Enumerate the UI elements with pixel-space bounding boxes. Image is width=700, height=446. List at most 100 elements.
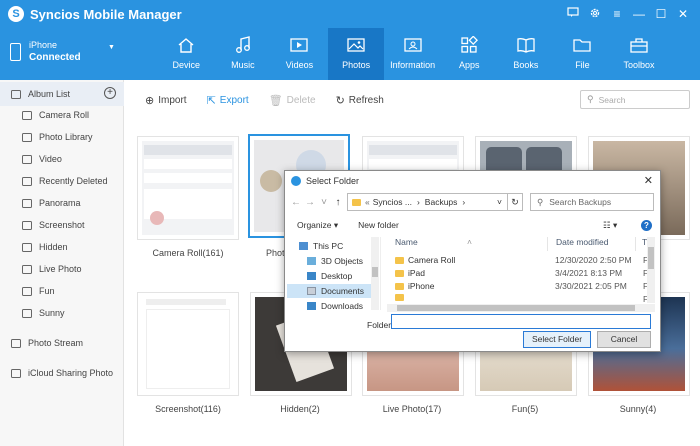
breadcrumb-backups[interactable]: Backups <box>425 197 458 207</box>
tab-information[interactable]: Information <box>384 28 441 80</box>
search-input[interactable]: ⚲ Search <box>580 90 690 109</box>
import-button[interactable]: ⊕ Import <box>145 94 187 107</box>
sidebar-item-recently-deleted[interactable]: Recently Deleted <box>0 170 124 192</box>
tab-toolbox[interactable]: Toolbox <box>611 28 668 80</box>
tree-item-documents[interactable]: Documents <box>287 284 371 298</box>
device-name: iPhone <box>29 40 58 50</box>
tree-item-desktop[interactable]: Desktop <box>307 269 352 283</box>
forward-arrow-icon[interactable]: → <box>303 197 317 208</box>
tab-books[interactable]: Books <box>498 28 555 80</box>
sidebar-item-video[interactable]: Video <box>0 148 124 170</box>
tab-videos[interactable]: Videos <box>271 28 328 80</box>
album-thumbnail[interactable] <box>137 136 239 240</box>
search-icon: ⚲ <box>587 94 594 104</box>
search-icon: ⚲ <box>537 196 544 207</box>
close-icon[interactable]: ✕ <box>672 7 694 21</box>
sidebar-item-hidden[interactable]: Hidden <box>0 236 124 258</box>
feedback-icon[interactable] <box>562 7 584 21</box>
back-arrow-icon[interactable]: ← <box>289 197 303 208</box>
refresh-button[interactable]: ↻ Refresh <box>336 94 384 107</box>
device-status: Connected <box>29 52 81 63</box>
sidebar-photo-stream[interactable]: Photo Stream <box>0 332 124 354</box>
apps-icon <box>459 36 479 54</box>
device-selector[interactable]: iPhone Connected <box>10 40 81 63</box>
maximize-icon[interactable]: ☐ <box>650 7 672 21</box>
album-thumbnail[interactable] <box>137 292 239 396</box>
export-button[interactable]: ⇱ Export <box>207 94 249 107</box>
folder-tree: This PC 3D Objects Desktop Documents Dow… <box>285 237 381 310</box>
folder-icon <box>395 282 404 290</box>
dialog-title-bar: Select Folder ✕ <box>285 171 660 191</box>
download-icon <box>307 302 316 310</box>
chevron-down-icon[interactable]: ▼ <box>108 44 115 51</box>
sort-chevron-icon: ˄ <box>467 237 472 247</box>
video-icon <box>289 36 309 54</box>
add-album-icon[interactable]: + <box>104 87 116 99</box>
new-folder-button[interactable]: New folder <box>358 220 399 230</box>
organize-button[interactable]: Organize ▾ <box>297 220 338 231</box>
recent-chevron-icon[interactable]: ˅ <box>317 197 331 208</box>
folder-icon <box>395 256 404 264</box>
tree-item-downloads[interactable]: Downloads <box>307 299 363 310</box>
sidebar-item-fun[interactable]: Fun <box>0 280 124 302</box>
sidebar-album-list[interactable]: Album List + <box>0 82 124 106</box>
horizontal-scrollbar[interactable] <box>387 304 655 312</box>
refresh-icon[interactable]: ↻ <box>507 193 523 211</box>
dialog-title: Select Folder <box>306 176 360 186</box>
view-options-icon[interactable]: ☷ ▾ <box>603 220 617 231</box>
address-bar[interactable]: « Syncios ... › Backups › ˅ <box>347 193 523 211</box>
file-row[interactable]: iPhone3/30/2021 2:05 PMFi <box>387 281 650 294</box>
desktop-icon <box>307 272 316 280</box>
cancel-button[interactable]: Cancel <box>597 331 651 348</box>
sidebar-item-sunny[interactable]: Sunny <box>0 302 124 324</box>
sidebar: Album List + Camera Roll Photo Library V… <box>0 80 124 446</box>
dialog-toolbar: Organize ▾ New folder ☷ ▾ ? <box>285 217 660 233</box>
dialog-search-input[interactable]: ⚲ Search Backups <box>530 193 654 211</box>
minimize-icon[interactable]: — <box>628 7 650 21</box>
file-list: Name ˄ Date modified Ty Camera Roll12/30… <box>387 237 655 310</box>
tree-scrollbar[interactable] <box>371 237 379 310</box>
album-caption: Camera Roll(161) <box>152 248 224 258</box>
tab-device[interactable]: Device <box>158 28 215 80</box>
column-name[interactable]: Name <box>395 237 418 251</box>
file-list-scrollbar[interactable] <box>647 237 655 303</box>
chevron-down-icon[interactable]: ˅ <box>497 197 502 207</box>
file-row[interactable]: Camera Roll12/30/2020 2:50 PMFi <box>387 255 650 268</box>
window-controls: ≡ — ☐ ✕ <box>562 0 694 28</box>
folder-icon <box>572 36 592 54</box>
home-icon <box>176 36 196 54</box>
tab-photos[interactable]: Photos <box>327 28 385 80</box>
sidebar-item-live-photo[interactable]: Live Photo <box>0 258 124 280</box>
sidebar-icloud-sharing[interactable]: iCloud Sharing Photo <box>0 362 124 384</box>
close-icon[interactable]: ✕ <box>644 174 653 187</box>
column-date[interactable]: Date modified <box>547 237 608 251</box>
delete-button[interactable]: 🗑 Delete <box>269 94 316 107</box>
sidebar-item-photo-library[interactable]: Photo Library <box>0 126 124 148</box>
tree-item-3d-objects[interactable]: 3D Objects <box>307 254 363 268</box>
file-row[interactable]: iPad3/4/2021 8:13 PMFi <box>387 268 650 281</box>
music-icon <box>233 36 253 54</box>
dialog-app-icon <box>291 176 301 186</box>
album-caption: Fun(5) <box>511 404 539 414</box>
tab-music[interactable]: Music <box>215 28 272 80</box>
plus-circle-icon: ⊕ <box>145 94 155 107</box>
trash-icon: 🗑 <box>268 94 283 107</box>
refresh-icon: ↻ <box>335 94 345 107</box>
album-icon <box>11 89 21 99</box>
tab-apps[interactable]: Apps <box>441 28 498 80</box>
cloud-icon <box>11 368 21 378</box>
folder-field[interactable] <box>391 314 651 329</box>
up-arrow-icon[interactable]: ↑ <box>331 197 345 208</box>
album-icon <box>22 242 32 252</box>
sidebar-item-screenshot[interactable]: Screenshot <box>0 214 124 236</box>
sidebar-item-camera-roll[interactable]: Camera Roll <box>0 104 124 126</box>
app-title: Syncios Mobile Manager <box>30 6 182 22</box>
select-folder-button[interactable]: Select Folder <box>523 331 591 348</box>
menu-icon[interactable]: ≡ <box>606 7 628 21</box>
tree-item-this-pc[interactable]: This PC <box>299 239 343 253</box>
help-icon[interactable]: ? <box>641 219 652 231</box>
sidebar-item-panorama[interactable]: Panorama <box>0 192 124 214</box>
settings-gear-icon[interactable] <box>584 7 606 22</box>
breadcrumb-syncios[interactable]: Syncios ... <box>373 197 412 207</box>
tab-file[interactable]: File <box>554 28 611 80</box>
